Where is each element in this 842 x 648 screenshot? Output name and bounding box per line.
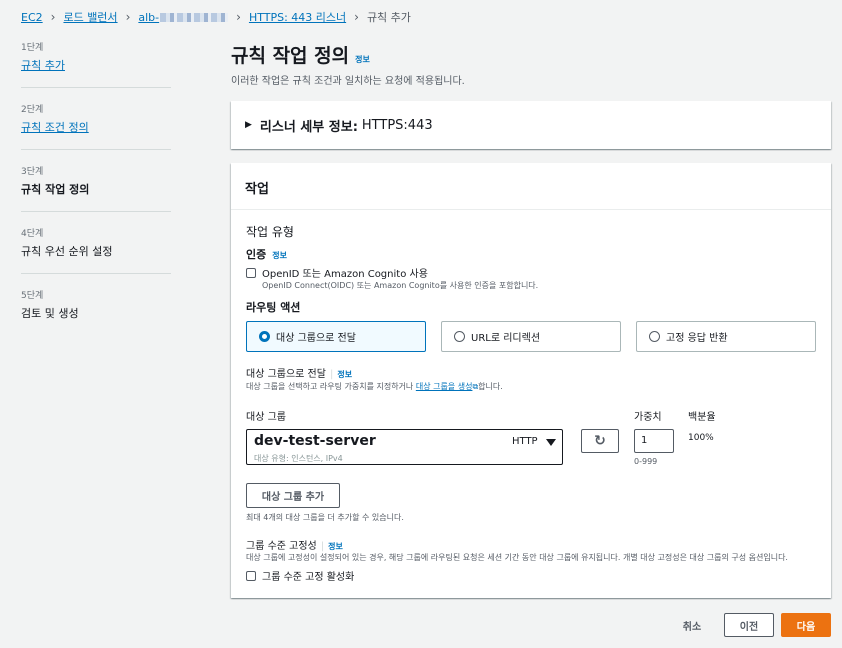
- target-group-meta: 대상 유형: 인스턴스, IPv4: [254, 454, 343, 463]
- auth-heading: 인증 정보: [246, 246, 287, 262]
- breadcrumb-listener[interactable]: HTTPS: 443 리스너: [249, 9, 346, 25]
- stickiness-checkbox-label: 그룹 수준 고정 활성화: [262, 572, 355, 583]
- radio-icon: [454, 331, 465, 342]
- step-label-priority: 규칙 우선 순위 설정: [21, 245, 113, 258]
- chevron-right-icon: ›: [50, 10, 56, 24]
- breadcrumb-alb[interactable]: alb-: [138, 11, 229, 24]
- stickiness-label: 그룹 수준 고정성: [246, 541, 317, 552]
- action-panel-header: 작업: [231, 163, 831, 210]
- step-number: 3단계: [21, 167, 44, 177]
- step-link-add-rule[interactable]: 규칙 추가: [21, 59, 65, 72]
- percent-column-label: 백분율: [688, 412, 716, 423]
- chevron-right-icon: ›: [236, 10, 241, 24]
- divider: |: [320, 541, 325, 552]
- auth-checkbox[interactable]: [246, 267, 256, 278]
- info-link[interactable]: 정보: [355, 54, 370, 65]
- add-target-group-hint: 최대 4개의 대상 그룹을 더 추가할 수 있습니다.: [246, 513, 404, 522]
- refresh-icon: ↻: [594, 433, 606, 449]
- page-description: 이러한 작업은 규칙 조건과 일치하는 요청에 적용됩니다.: [231, 76, 465, 87]
- caret-right-icon: ▶: [245, 120, 252, 130]
- routing-option-label: 대상 그룹으로 전달: [276, 333, 356, 344]
- stickiness-description: 대상 그룹에 고정성이 설정되어 있는 경우, 해당 그룹에 라우팅된 요청은 …: [246, 553, 788, 562]
- radio-icon: [649, 331, 660, 342]
- step-link-define-conditions[interactable]: 규칙 조건 정의: [21, 121, 89, 134]
- step-label-review: 검토 및 생성: [21, 307, 79, 320]
- previous-button[interactable]: 이전: [724, 613, 774, 637]
- target-group-select[interactable]: dev-test-server 대상 유형: 인스턴스, IPv4 HTTP: [246, 429, 563, 465]
- step-number: 4단계: [21, 229, 44, 239]
- divider: |: [329, 369, 334, 380]
- page-title: 규칙 작업 정의 정보: [231, 41, 370, 68]
- step-number: 5단계: [21, 291, 44, 301]
- radio-selected-icon: [259, 331, 270, 342]
- target-group-name: dev-test-server: [254, 433, 376, 449]
- step-number: 2단계: [21, 105, 44, 115]
- auth-checkbox-description: OpenID Connect(OIDC) 또는 Amazon Cognito를 …: [262, 281, 539, 290]
- info-link[interactable]: 정보: [328, 541, 343, 552]
- percent-value: 100%: [688, 433, 714, 443]
- step-2: 2단계 규칙 조건 정의: [21, 102, 171, 150]
- target-group-protocol: HTTP: [512, 436, 538, 447]
- routing-option-label: URL로 리디렉션: [471, 333, 541, 344]
- routing-option-label: 고정 응답 반환: [666, 333, 728, 344]
- listener-label: 리스너 세부 정보:: [259, 119, 358, 135]
- auth-checkbox-label: OpenID 또는 Amazon Cognito 사용: [262, 269, 428, 280]
- stickiness-checkbox[interactable]: [246, 570, 256, 581]
- next-button[interactable]: 다음: [781, 613, 831, 637]
- step-number: 1단계: [21, 43, 44, 53]
- stickiness-heading: 그룹 수준 고정성 | 정보: [246, 537, 343, 552]
- action-type-label: 작업 유형: [246, 225, 294, 239]
- routing-option-forward[interactable]: 대상 그룹으로 전달: [246, 321, 426, 352]
- routing-option-redirect[interactable]: URL로 리디렉션: [441, 321, 621, 352]
- breadcrumb-ec2[interactable]: EC2: [21, 11, 43, 24]
- chevron-right-icon: ›: [125, 10, 131, 24]
- forward-desc-text: 대상 그룹을 선택하고 라우팅 가중치를 지정하거나: [246, 382, 414, 391]
- step-5: 5단계 검토 및 생성: [21, 288, 171, 335]
- routing-action-label: 라우팅 액션: [246, 301, 301, 314]
- add-target-group-button[interactable]: 대상 그룹 추가: [246, 483, 340, 508]
- refresh-button[interactable]: ↻: [581, 429, 619, 453]
- weight-input[interactable]: 1: [634, 429, 674, 453]
- weight-hint: 0-999: [634, 457, 658, 466]
- step-1: 1단계 규칙 추가: [21, 40, 171, 88]
- forward-description: 대상 그룹을 선택하고 라우팅 가중치를 지정하거나 대상 그룹을 생성⧉합니다…: [246, 381, 503, 392]
- listener-details-panel[interactable]: ▶ 리스너 세부 정보: HTTPS:443: [231, 101, 831, 149]
- weight-column-label: 가중치: [634, 412, 662, 423]
- page-title-text: 규칙 작업 정의: [231, 45, 350, 67]
- breadcrumb: EC2 › 로드 밸런서 › alb- › HTTPS: 443 리스너 › 규…: [21, 9, 411, 25]
- breadcrumb-current: 규칙 추가: [366, 11, 411, 24]
- caret-down-icon: [546, 439, 556, 446]
- forward-desc-suffix: 합니다.: [478, 382, 503, 391]
- stickiness-checkbox-row[interactable]: 그룹 수준 고정 활성화: [246, 568, 354, 583]
- step-4: 4단계 규칙 우선 순위 설정: [21, 226, 171, 274]
- auth-checkbox-row[interactable]: OpenID 또는 Amazon Cognito 사용: [246, 265, 428, 280]
- info-link[interactable]: 정보: [337, 369, 352, 380]
- listener-value: HTTPS:443: [361, 117, 433, 133]
- create-target-group-link[interactable]: 대상 그룹을 생성: [416, 382, 473, 391]
- redacted-name: [160, 13, 229, 22]
- auth-label: 인증: [246, 248, 267, 261]
- routing-option-fixed-response[interactable]: 고정 응답 반환: [636, 321, 816, 352]
- info-link[interactable]: 정보: [272, 250, 287, 261]
- target-group-column-label: 대상 그룹: [246, 412, 286, 423]
- breadcrumb-load-balancers[interactable]: 로드 밸런서: [63, 9, 117, 25]
- step-current-define-actions: 규칙 작업 정의: [21, 183, 90, 196]
- action-panel: 작업 작업 유형 인증 정보 OpenID 또는 Amazon Cognito …: [231, 163, 831, 598]
- chevron-right-icon: ›: [354, 10, 359, 24]
- step-3: 3단계 규칙 작업 정의: [21, 164, 171, 212]
- forward-label: 대상 그룹으로 전달: [246, 369, 326, 380]
- wizard-steps: 1단계 규칙 추가 2단계 규칙 조건 정의 3단계 규칙 작업 정의 4단계 …: [21, 40, 171, 349]
- forward-heading: 대상 그룹으로 전달 | 정보: [246, 365, 352, 380]
- cancel-button[interactable]: 취소: [670, 613, 714, 637]
